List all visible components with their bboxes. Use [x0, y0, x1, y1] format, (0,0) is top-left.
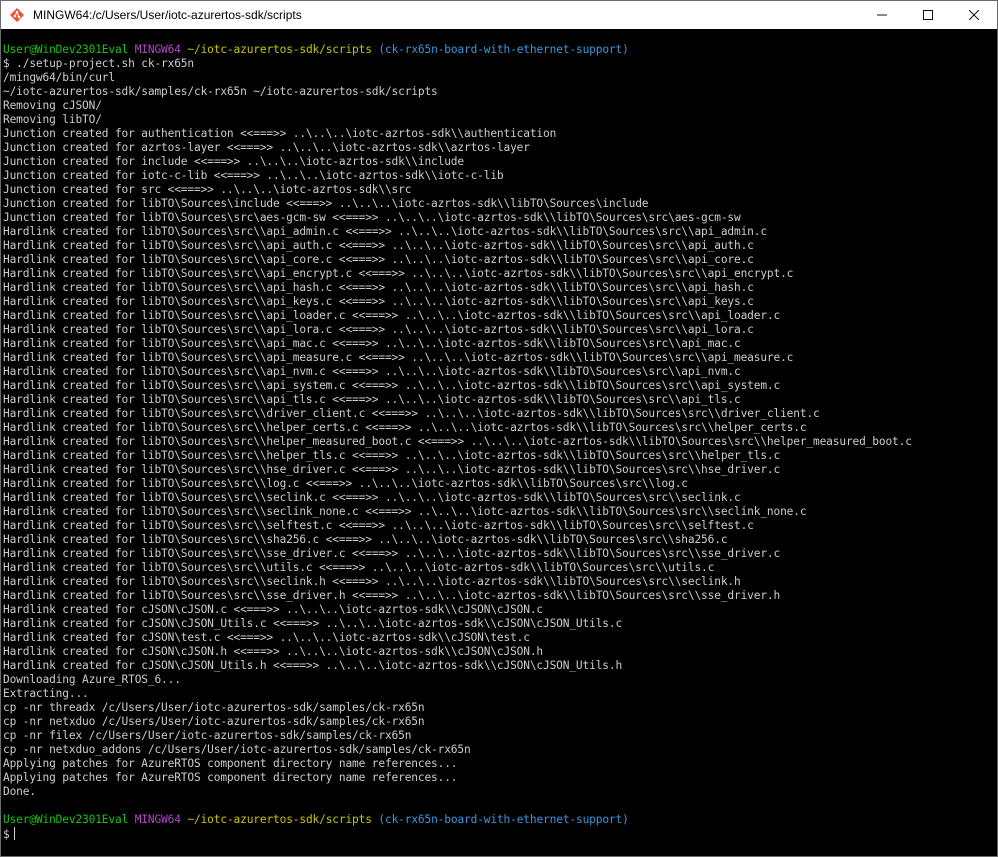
output-line: Removing cJSON/: [3, 99, 102, 112]
output-line: Hardlink created for libTO\Sources\src\\…: [3, 365, 741, 378]
output-line: Hardlink created for libTO\Sources\src\\…: [3, 253, 754, 266]
text-cursor: [13, 827, 15, 840]
output-line: Hardlink created for cJSON\cJSON.h <<===…: [3, 645, 544, 658]
output-line: Hardlink created for libTO\Sources\src\\…: [3, 225, 767, 238]
output-line: Hardlink created for libTO\Sources\src\\…: [3, 309, 781, 322]
prompt-line: User@WinDev2301Eval MINGW64 ~/iotc-azure…: [3, 813, 997, 827]
output-line: $ ./setup-project.sh ck-rx65n: [3, 57, 194, 70]
output-line: Hardlink created for libTO\Sources\src\\…: [3, 337, 741, 350]
output-line: Hardlink created for libTO\Sources\src\\…: [3, 575, 741, 588]
output-line: Hardlink created for cJSON\cJSON_Utils.c…: [3, 617, 623, 630]
output-line: Hardlink created for libTO\Sources\src\\…: [3, 491, 741, 504]
prompt-line: User@WinDev2301Eval MINGW64 ~/iotc-azure…: [3, 43, 997, 57]
prompt-branch: (ck-rx65n-board-with-ethernet-support): [378, 813, 629, 826]
output-line: Hardlink created for libTO\Sources\src\\…: [3, 407, 820, 420]
output-line: Hardlink created for libTO\Sources\src\\…: [3, 421, 807, 434]
output-line: cp -nr netxduo_addons /c/Users/User/iotc…: [3, 743, 471, 756]
output-line: Hardlink created for libTO\Sources\src\\…: [3, 589, 781, 602]
output-line: Hardlink created for libTO\Sources\src\\…: [3, 435, 912, 448]
prompt-env: MINGW64: [134, 813, 181, 826]
prompt-user: User@WinDev2301Eval: [3, 43, 129, 56]
output-line: Hardlink created for cJSON\cJSON_Utils.h…: [3, 659, 623, 672]
output-line: Hardlink created for libTO\Sources\src\\…: [3, 281, 754, 294]
output-line: Hardlink created for libTO\Sources\src\\…: [3, 561, 715, 574]
output-line: Hardlink created for libTO\Sources\src\\…: [3, 323, 754, 336]
prompt-user: User@WinDev2301Eval: [3, 813, 129, 826]
output-line: Hardlink created for libTO\Sources\src\\…: [3, 449, 781, 462]
prompt-branch: (ck-rx65n-board-with-ethernet-support): [378, 43, 629, 56]
output-line: Applying patches for AzureRTOS component…: [3, 757, 458, 770]
output-line: cp -nr netxduo /c/Users/User/iotc-azurer…: [3, 715, 425, 728]
output-line: Junction created for include <<===>> ..\…: [3, 155, 464, 168]
output-line: Hardlink created for libTO\Sources\src\\…: [3, 295, 754, 308]
output-line: Junction created for azrtos-layer <<===>…: [3, 141, 530, 154]
output-line: Hardlink created for libTO\Sources\src\\…: [3, 533, 728, 546]
close-icon[interactable]: [951, 1, 997, 29]
title-bar[interactable]: MINGW64:/c/Users/User/iotc-azurertos-sdk…: [1, 1, 997, 29]
output-line: Junction created for libTO\Sources\src\a…: [3, 211, 741, 224]
minimize-icon[interactable]: [859, 1, 905, 29]
prompt-path: ~/iotc-azurertos-sdk/scripts: [187, 43, 372, 56]
command-output: $ ./setup-project.sh ck-rx65n/mingw64/bi…: [3, 57, 997, 813]
output-line: Hardlink created for cJSON\cJSON.c <<===…: [3, 603, 544, 616]
terminal-window: MINGW64:/c/Users/User/iotc-azurertos-sdk…: [0, 0, 998, 857]
maximize-icon[interactable]: [905, 1, 951, 29]
prompt-path: ~/iotc-azurertos-sdk/scripts: [187, 813, 372, 826]
output-line: Junction created for authentication <<==…: [3, 127, 557, 140]
output-line: Hardlink created for libTO\Sources\src\\…: [3, 519, 754, 532]
output-line: Hardlink created for libTO\Sources\src\\…: [3, 379, 781, 392]
output-line: ~/iotc-azurertos-sdk/samples/ck-rx65n ~/…: [3, 85, 438, 98]
output-line: Applying patches for AzureRTOS component…: [3, 771, 458, 784]
terminal-output[interactable]: User@WinDev2301Eval MINGW64 ~/iotc-azure…: [3, 43, 997, 856]
output-line: Hardlink created for libTO\Sources\src\\…: [3, 239, 754, 252]
output-line: cp -nr filex /c/Users/User/iotc-azurerto…: [3, 729, 412, 742]
output-line: Downloading Azure_RTOS_6...: [3, 673, 181, 686]
output-line: Hardlink created for libTO\Sources\src\\…: [3, 393, 741, 406]
output-line: Extracting...: [3, 687, 89, 700]
output-line: Hardlink created for libTO\Sources\src\\…: [3, 477, 688, 490]
mingw-icon: [9, 7, 25, 23]
output-line: Hardlink created for cJSON\test.c <<===>…: [3, 631, 530, 644]
window-controls: [859, 1, 997, 29]
output-line: Hardlink created for libTO\Sources\src\\…: [3, 463, 781, 476]
output-line: Junction created for libTO\Sources\inclu…: [3, 197, 649, 210]
input-prompt-symbol: $: [3, 828, 10, 841]
output-line: Junction created for src <<===>> ..\..\.…: [3, 183, 412, 196]
output-line: Removing libTO/: [3, 113, 102, 126]
prompt-env: MINGW64: [134, 43, 181, 56]
output-line: cp -nr threadx /c/Users/User/iotc-azurer…: [3, 701, 425, 714]
input-line[interactable]: $: [3, 827, 997, 841]
output-line: Done.: [3, 785, 36, 798]
output-line: Hardlink created for libTO\Sources\src\\…: [3, 351, 794, 364]
output-line: Junction created for iotc-c-lib <<===>> …: [3, 169, 504, 182]
window-title: MINGW64:/c/Users/User/iotc-azurertos-sdk…: [33, 8, 302, 22]
output-line: /mingw64/bin/curl: [3, 71, 115, 84]
output-line: Hardlink created for libTO\Sources\src\\…: [3, 505, 807, 518]
output-line: Hardlink created for libTO\Sources\src\\…: [3, 547, 781, 560]
output-line: Hardlink created for libTO\Sources\src\\…: [3, 267, 794, 280]
